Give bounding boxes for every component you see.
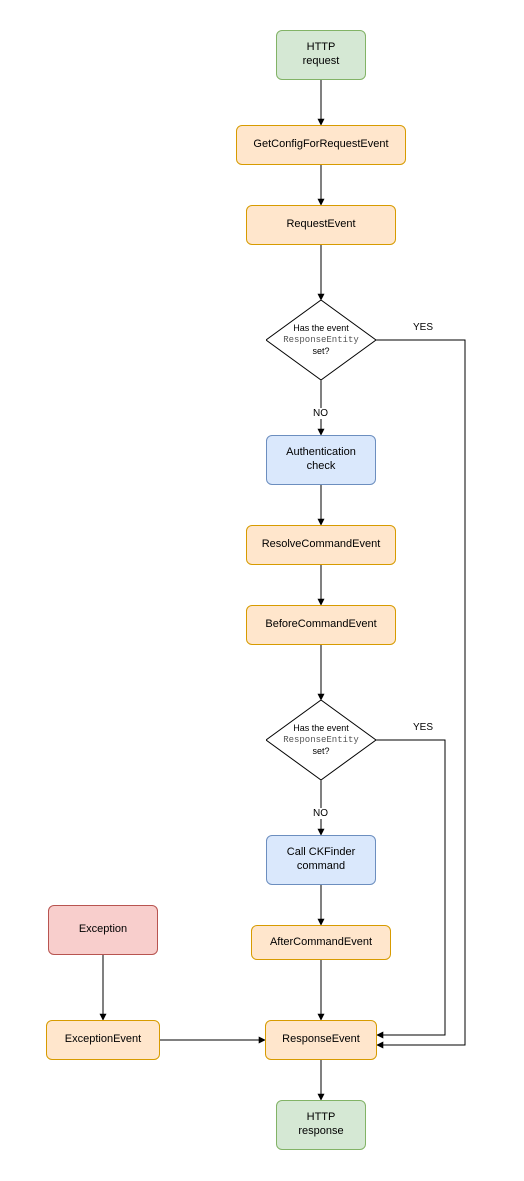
dec2-no-label: NO <box>312 808 329 819</box>
node-exception-event: ExceptionEvent <box>46 1020 160 1060</box>
node-http-response: HTTPresponse <box>276 1100 366 1150</box>
node-exception: Exception <box>48 905 158 955</box>
dec1-line2: ResponseEntity <box>283 335 359 345</box>
dec1-line3: set? <box>312 346 329 356</box>
dec2-yes-label: YES <box>412 722 434 733</box>
node-http-request: HTTPrequest <box>276 30 366 80</box>
dec2-line2: ResponseEntity <box>283 735 359 745</box>
node-after-command: AfterCommandEvent <box>251 925 391 960</box>
dec1-no-label: NO <box>312 408 329 419</box>
decision-response-set-2: Has the event ResponseEntity set? <box>266 700 376 780</box>
decision-response-set-1: Has the event ResponseEntity set? <box>266 300 376 380</box>
node-getconfig-event: GetConfigForRequestEvent <box>236 125 406 165</box>
dec2-line1: Has the event <box>293 723 349 733</box>
node-request-event: RequestEvent <box>246 205 396 245</box>
dec1-line1: Has the event <box>293 323 349 333</box>
node-before-command: BeforeCommandEvent <box>246 605 396 645</box>
flow-edges <box>0 0 524 1181</box>
node-resolve-command: ResolveCommandEvent <box>246 525 396 565</box>
node-call-ckfinder: Call CKFindercommand <box>266 835 376 885</box>
node-response-event: ResponseEvent <box>265 1020 377 1060</box>
dec2-line3: set? <box>312 746 329 756</box>
dec1-yes-label: YES <box>412 322 434 333</box>
node-auth-check: Authenticationcheck <box>266 435 376 485</box>
